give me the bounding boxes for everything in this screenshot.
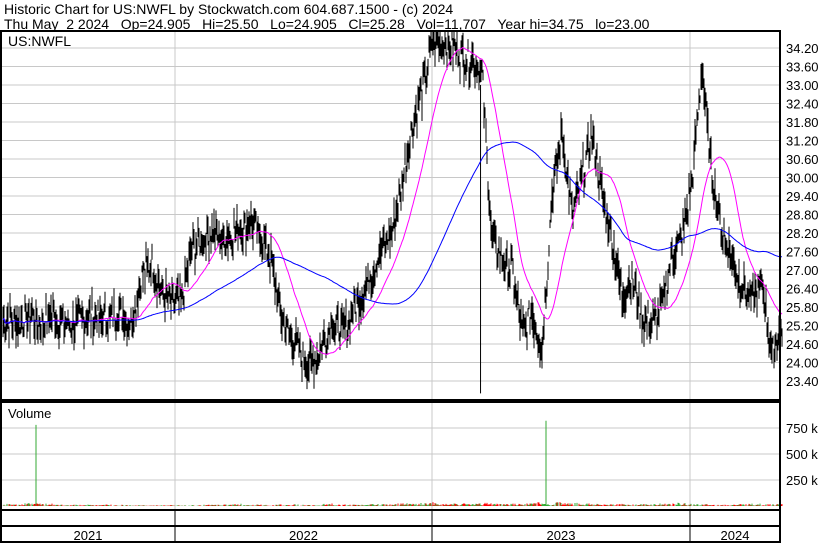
price-tick-label: 28.20 (786, 226, 819, 241)
symbol-label: US:NWFL (8, 33, 71, 49)
price-tick-label: 30.60 (786, 152, 819, 167)
stock-chart: 34.20 33.60 33.00 32.40 31.80 31.20 30.60 30.00… (0, 30, 819, 543)
price-tick-label: 31.20 (786, 134, 819, 149)
chart-frame (0, 30, 781, 543)
volume-label: Volume (8, 406, 51, 421)
price-tick-label: 28.80 (786, 208, 819, 223)
price-tick-label: 25.80 (786, 300, 819, 315)
price-tick-label: 31.80 (786, 115, 819, 130)
volume-tick-label: 250 k (786, 473, 818, 488)
plot-border (0, 30, 781, 543)
year-label: 2023 (547, 528, 576, 543)
price-tick-label: 33.60 (786, 60, 819, 75)
price-tick-label: 23.40 (786, 374, 819, 389)
price-tick-label: 24.60 (786, 337, 819, 352)
price-tick-label: 24.00 (786, 356, 819, 371)
year-label: 2021 (74, 528, 103, 543)
price-tick-label: 34.20 (786, 41, 819, 56)
price-tick-label: 27.00 (786, 263, 819, 278)
volume-tick-label: 750 k (786, 421, 818, 436)
price-tick-label: 32.40 (786, 97, 819, 112)
volume-bars (2, 420, 783, 506)
price-tick-label: 30.00 (786, 171, 819, 186)
year-label: 2024 (721, 528, 750, 543)
price-tick-label: 25.20 (786, 319, 819, 334)
year-label: 2022 (289, 528, 318, 543)
price-tick-label: 29.40 (786, 189, 819, 204)
price-tick-label: 33.00 (786, 78, 819, 93)
volume-tick-label: 500 k (786, 447, 818, 462)
price-tick-label: 26.40 (786, 282, 819, 297)
price-tick-label: 27.60 (786, 245, 819, 260)
